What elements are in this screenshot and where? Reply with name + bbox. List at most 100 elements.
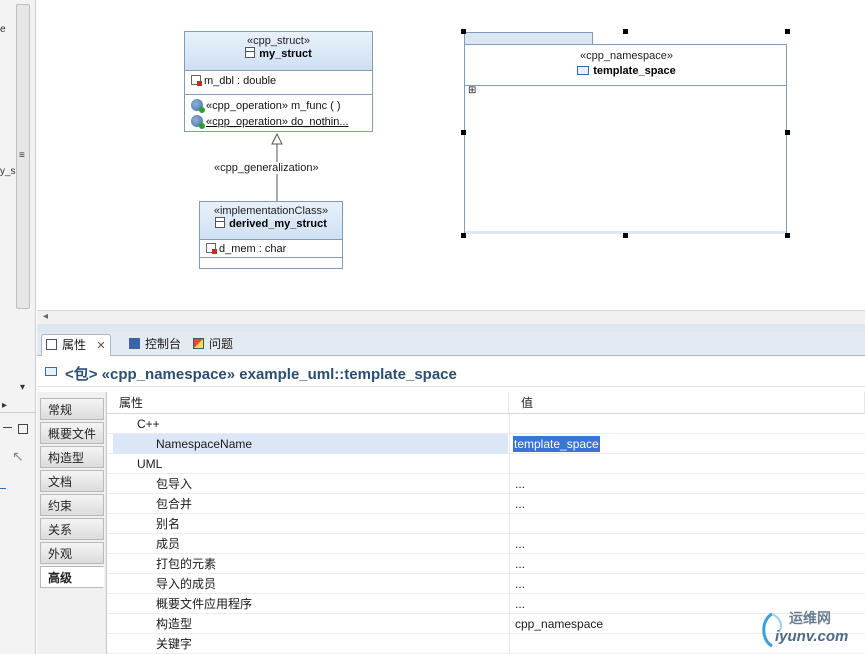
property-value-editor[interactable]: template_space	[509, 434, 865, 454]
column-header-value[interactable]: 值	[509, 392, 865, 414]
generalization-label[interactable]: «cpp_generalization»	[213, 162, 320, 174]
property-value: ...	[509, 574, 865, 594]
category-documentation[interactable]: 文档	[40, 470, 104, 492]
tab-console[interactable]: 控制台	[125, 334, 191, 356]
link-fragment	[0, 488, 6, 489]
attribute-row[interactable]: m_dbl : double	[185, 73, 372, 89]
property-table: 属性 值 C++ NamespaceName template_space UM…	[107, 392, 865, 654]
package-tab	[464, 32, 593, 44]
class-icon	[245, 47, 256, 58]
property-value	[509, 514, 865, 534]
property-name: NamespaceName	[113, 434, 508, 454]
table-row[interactable]: C++	[107, 414, 865, 434]
package-stereotype: «cpp_namespace»	[580, 50, 673, 62]
left-panel-fragment: y_s	[0, 166, 16, 177]
property-value	[509, 454, 865, 474]
property-name: C++	[137, 417, 160, 431]
table-row[interactable]: UML	[107, 454, 865, 474]
operation-row[interactable]: «cpp_operation» m_func ( )	[185, 98, 372, 114]
table-row[interactable]: 构造型 cpp_namespace	[107, 614, 865, 634]
tab-properties[interactable]: 属性 ✕	[41, 334, 111, 356]
tab-label: 控制台	[145, 337, 182, 351]
category-profiles[interactable]: 概要文件	[40, 422, 104, 444]
scroll-left-icon[interactable]: ◂	[43, 311, 48, 322]
operation-label: «cpp_operation» do_nothin...	[206, 116, 349, 128]
view-tab-bar: 属性 ✕ 控制台 问题	[37, 332, 865, 356]
class-stereotype: «implementationClass»	[213, 205, 329, 217]
attribute-label: m_dbl : double	[204, 75, 277, 87]
category-advanced[interactable]: 高级	[40, 566, 104, 588]
site-watermark: 运维网 iyunv.com	[757, 608, 857, 648]
column-header-property[interactable]: 属性	[107, 392, 509, 414]
expand-icon[interactable]: ⊞	[468, 85, 476, 96]
class-icon	[215, 217, 226, 228]
property-name: 包合并	[156, 497, 193, 511]
tab-problems[interactable]: 问题	[189, 334, 245, 356]
table-row[interactable]: 关键字	[107, 634, 865, 654]
table-row[interactable]: 包导入 ...	[107, 474, 865, 494]
table-row[interactable]: 导入的成员 ...	[107, 574, 865, 594]
property-name: 导入的成员	[156, 577, 217, 591]
class-name: my_struct	[259, 48, 312, 60]
tab-label: 问题	[209, 337, 234, 351]
property-value: ...	[509, 534, 865, 554]
close-icon[interactable]: ✕	[96, 340, 105, 352]
table-row[interactable]: NamespaceName template_space	[107, 434, 865, 454]
operation-label: «cpp_operation» m_func ( )	[206, 100, 341, 112]
class-header: «implementationClass» derived_my_struct	[200, 202, 342, 240]
property-name: 成员	[156, 537, 181, 551]
resize-handle[interactable]	[785, 29, 790, 34]
category-stereotypes[interactable]: 构造型	[40, 446, 104, 468]
table-row[interactable]: 概要文件应用程序 ...	[107, 594, 865, 614]
properties-title: <包> «cpp_namespace» example_uml::templat…	[65, 366, 457, 383]
resize-handle[interactable]	[461, 233, 466, 238]
table-row[interactable]: 打包的元素 ...	[107, 554, 865, 574]
watermark-text: 运维网	[789, 610, 831, 626]
uml-package-template-space[interactable]: «cpp_namespace» template_space ⊞	[461, 29, 790, 238]
category-relationships[interactable]: 关系	[40, 518, 104, 540]
maximize-icon[interactable]	[18, 424, 28, 434]
problems-icon	[193, 338, 204, 349]
table-row[interactable]: 成员 ...	[107, 534, 865, 554]
resize-handle[interactable]	[785, 130, 790, 135]
property-name: 构造型	[156, 617, 193, 631]
resize-handle[interactable]	[461, 29, 466, 34]
panel-sash[interactable]	[37, 324, 865, 332]
category-general[interactable]: 常规	[40, 398, 104, 420]
property-value: ...	[509, 474, 865, 494]
uml-class-derived-my-struct[interactable]: «implementationClass» derived_my_struct …	[199, 201, 343, 269]
attribute-label: d_mem : char	[219, 243, 287, 255]
table-row[interactable]: 别名	[107, 514, 865, 534]
attribute-row[interactable]: d_mem : char	[200, 241, 342, 257]
property-name: 打包的元素	[156, 557, 217, 571]
properties-icon	[46, 339, 57, 350]
minimize-icon[interactable]	[3, 425, 12, 428]
grip-icon[interactable]: ≡	[19, 150, 25, 161]
attribute-icon	[206, 243, 217, 254]
class-name: derived_my_struct	[229, 218, 327, 230]
left-side-panel: e y_s ≡ ▾ ▸ ↖	[0, 0, 36, 654]
resize-handle[interactable]	[623, 29, 628, 34]
category-constraints[interactable]: 约束	[40, 494, 104, 516]
scroll-right-icon[interactable]: ▸	[2, 400, 7, 411]
operation-row[interactable]: «cpp_operation» do_nothin...	[185, 114, 372, 130]
property-value: ...	[509, 554, 865, 574]
package-name: template_space	[593, 65, 676, 77]
property-name: 包导入	[156, 477, 193, 491]
resize-handle[interactable]	[785, 233, 790, 238]
scroll-down-icon[interactable]: ▾	[20, 382, 25, 393]
table-row[interactable]: 包合并 ...	[107, 494, 865, 514]
resize-handle[interactable]	[623, 233, 628, 238]
pointer-tool-icon[interactable]: ↖	[12, 448, 24, 465]
class-stereotype: «cpp_struct»	[247, 35, 310, 47]
attribute-compartment: m_dbl : double	[185, 71, 372, 95]
properties-header: <包> «cpp_namespace» example_uml::templat…	[37, 357, 865, 387]
category-appearance[interactable]: 外观	[40, 542, 104, 564]
attribute-compartment: d_mem : char	[200, 240, 342, 258]
resize-handle[interactable]	[461, 130, 466, 135]
diagram-horizontal-scrollbar[interactable]: ◂	[37, 310, 865, 324]
diagram-canvas[interactable]: «cpp_struct» my_struct m_dbl : double «c…	[37, 0, 865, 310]
operation-icon	[191, 99, 205, 113]
operation-compartment: «cpp_operation» m_func ( ) «cpp_operatio…	[185, 95, 372, 130]
uml-class-my-struct[interactable]: «cpp_struct» my_struct m_dbl : double «c…	[184, 31, 373, 132]
